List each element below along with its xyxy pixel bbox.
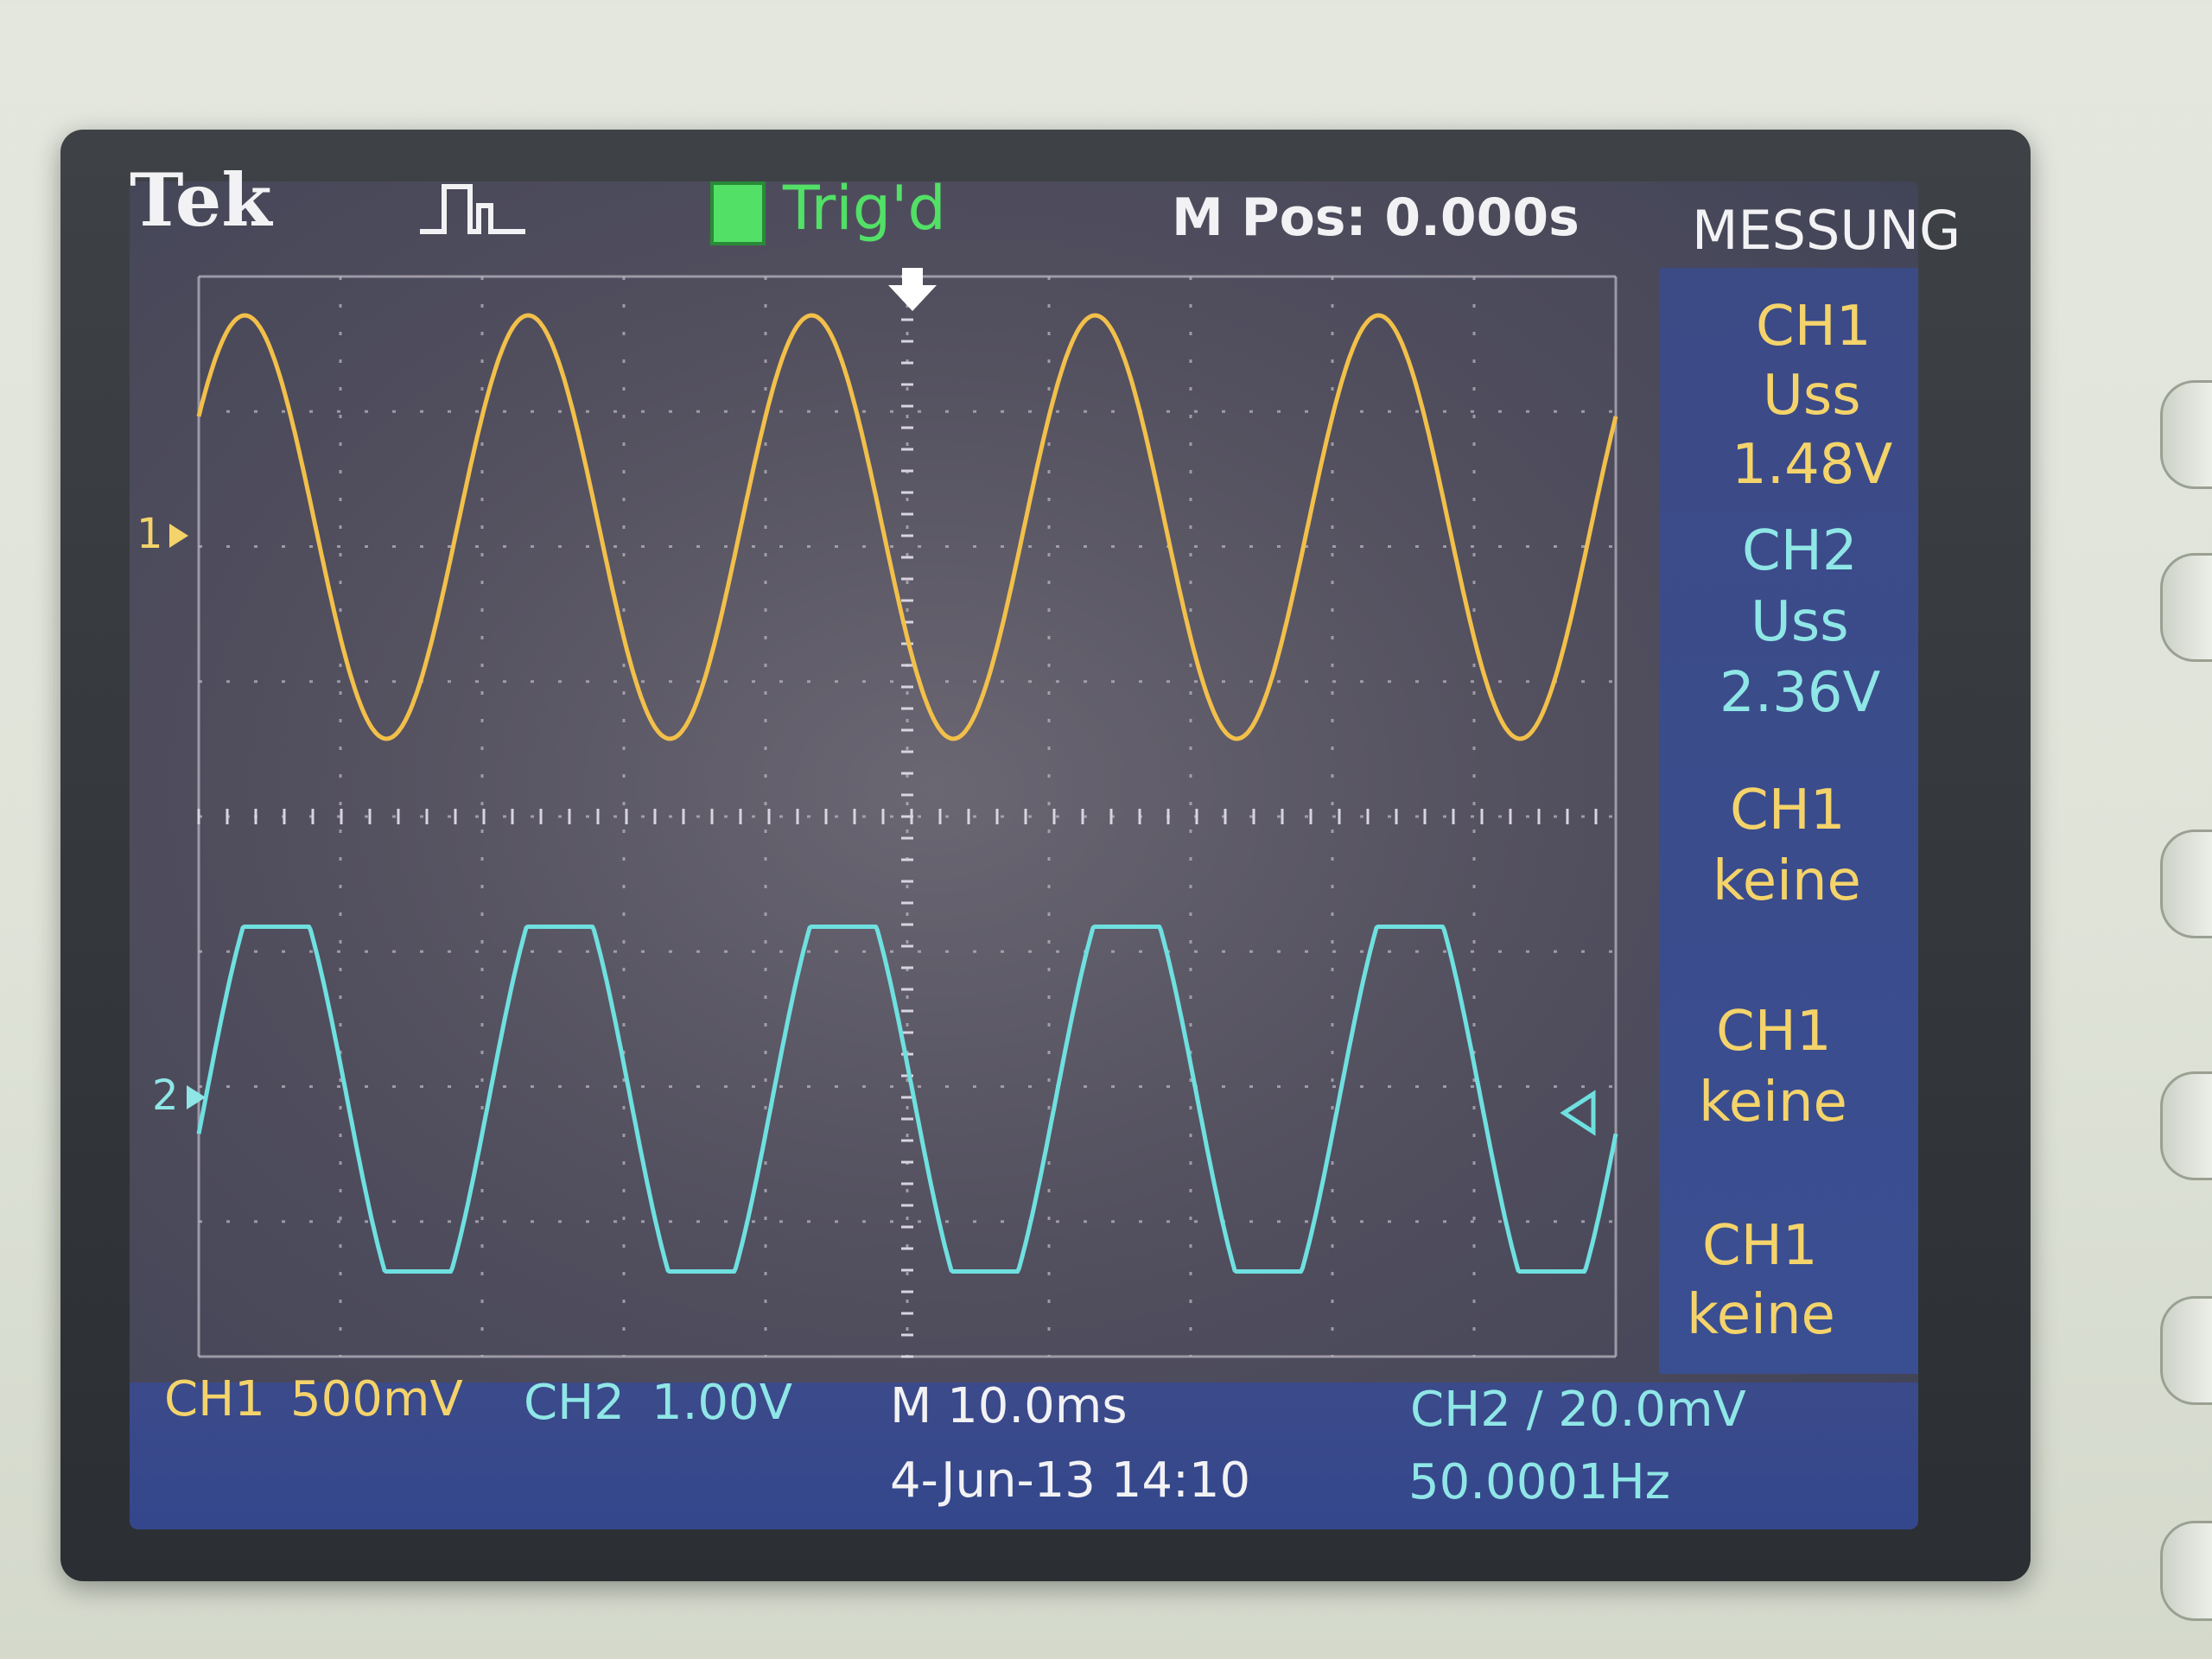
trigger-indicator-icon (710, 181, 766, 245)
ch2-scale: 1.00V (652, 1375, 792, 1431)
graticule (197, 275, 1618, 1358)
measure3-channel[interactable]: CH1 (1730, 783, 1846, 838)
trigger-status: Trig'd (783, 173, 946, 244)
measure1-channel[interactable]: CH1 (1756, 299, 1872, 354)
brand-logo: Tek (130, 157, 272, 243)
measure1-value: 1.48V (1732, 433, 1893, 497)
measure2-channel[interactable]: CH2 (1742, 524, 1858, 579)
measure2-value: 2.36V (1719, 661, 1881, 725)
ch1-label: CH1 (164, 1371, 265, 1427)
ch1-marker-label: 1 (137, 510, 163, 558)
measure5-channel[interactable]: CH1 (1702, 1218, 1818, 1274)
measure3-type: keine (1713, 849, 1861, 913)
ch1-scale: 500mV (290, 1371, 463, 1427)
measure1-type: Uss (1763, 364, 1861, 428)
trigger-level-arrow (1560, 1090, 1596, 1136)
measure4-type: keine (1699, 1071, 1847, 1135)
measure5-type: keine (1687, 1283, 1835, 1347)
ch1-ground-marker (169, 524, 188, 548)
measure2-type: Uss (1751, 590, 1849, 654)
measure4-channel[interactable]: CH1 (1716, 1004, 1832, 1059)
ch2-marker-label: 2 (152, 1071, 179, 1120)
timebase: M 10.0ms (890, 1378, 1128, 1434)
trigger-frequency: 50.0001Hz (1408, 1454, 1671, 1510)
trigger-position-arrow (888, 268, 937, 311)
date-time: 4-Jun-13 14:10 (890, 1452, 1251, 1509)
horizontal-position: M Pos: 0.000s (1172, 188, 1580, 248)
menu-title: MESSUNG (1692, 199, 1961, 262)
trigger-setting: CH2 ∕ 20.0mV (1410, 1382, 1746, 1438)
pulse-logo-icon (420, 184, 525, 234)
ch2-label: CH2 (524, 1375, 625, 1431)
